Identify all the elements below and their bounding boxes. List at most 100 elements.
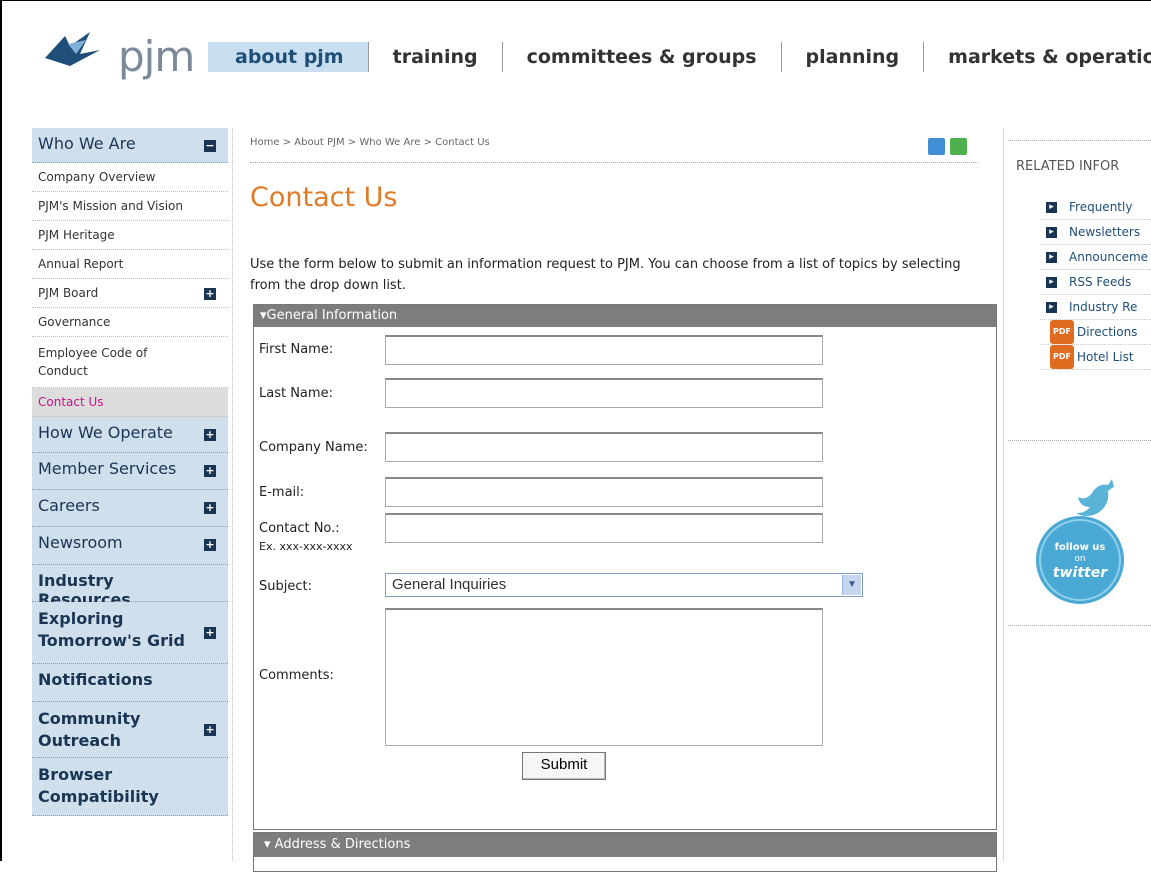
top-navigation: about pjm training committees & groups p…	[208, 40, 1151, 74]
sidebar-sub-company-overview[interactable]: Company Overview	[32, 163, 228, 192]
sidebar-sub-governance[interactable]: Governance	[32, 308, 228, 337]
panel-header[interactable]: ▾General Information	[254, 305, 996, 327]
sidebar-item-how-we-operate[interactable]: How We Operate +	[32, 417, 228, 453]
twitter-badge-line3: twitter	[1053, 565, 1108, 581]
expand-icon[interactable]: +	[204, 288, 216, 300]
collapse-icon[interactable]: −	[204, 140, 216, 152]
sidebar-item-browser-compatibility[interactable]: Browser Compatibility	[32, 758, 228, 816]
company-name-label: Company Name:	[259, 440, 368, 455]
related-link-rss-feeds[interactable]: ▸ RSS Feeds	[1040, 270, 1151, 295]
related-link-label: Announceme	[1069, 250, 1149, 264]
comments-label: Comments:	[259, 668, 334, 683]
breadcrumb-divider	[250, 162, 978, 163]
sidebar-sub-mission-vision[interactable]: PJM's Mission and Vision	[32, 192, 228, 221]
subject-selected-value: General Inquiries	[392, 576, 507, 593]
expand-icon[interactable]: +	[204, 627, 216, 639]
email-icon[interactable]	[950, 138, 967, 155]
nav-markets-operations[interactable]: markets & operation	[924, 42, 1151, 72]
related-link-industry[interactable]: ▸ Industry Re	[1040, 295, 1151, 320]
related-link-faq[interactable]: ▸ Frequently	[1040, 195, 1151, 220]
expand-icon[interactable]: +	[204, 502, 216, 514]
related-pdf-directions[interactable]: PDF Directions	[1040, 320, 1151, 345]
arrow-right-icon: ▸	[1046, 226, 1057, 238]
contact-number-input[interactable]	[385, 513, 823, 543]
sidebar-sub-label: PJM Heritage	[38, 228, 115, 242]
submit-button[interactable]: Submit	[522, 752, 606, 780]
page-intro: Use the form below to submit an informat…	[250, 257, 961, 293]
related-link-announcements[interactable]: ▸ Announceme	[1040, 245, 1151, 270]
sidebar-sub-pjm-board[interactable]: PJM Board +	[32, 279, 228, 308]
sidebar-item-newsroom[interactable]: Newsroom +	[32, 527, 228, 565]
expand-icon[interactable]: +	[204, 539, 216, 551]
breadcrumb[interactable]: Home > About PJM > Who We Are > Contact …	[250, 137, 490, 148]
left-sidebar: Who We Are − Company Overview PJM's Miss…	[32, 128, 228, 816]
related-info-list: ▸ Frequently ▸ Newsletters ▸ Announceme ▸ RS…	[1040, 195, 1151, 370]
sidebar-item-label: Member Services	[38, 459, 177, 478]
sidebar-item-label: Who We Are	[38, 134, 136, 153]
sidebar-sub-label: PJM Board	[38, 286, 99, 300]
pdf-icon: PDF	[1050, 345, 1074, 369]
email-label: E-mail:	[259, 485, 305, 500]
sidebar-sub-label: Employee Code of Conduct	[38, 346, 148, 378]
panel-title: Address & Directions	[274, 837, 411, 852]
sidebar-item-notifications[interactable]: Notifications	[32, 664, 228, 702]
logo-mark-icon	[45, 32, 100, 66]
expand-icon[interactable]: +	[204, 429, 216, 441]
twitter-badge-line2: on	[1074, 554, 1085, 564]
nav-planning[interactable]: planning	[782, 42, 925, 72]
column-divider	[232, 128, 233, 861]
twitter-badge-line1: follow us	[1055, 542, 1106, 553]
company-name-input[interactable]	[385, 432, 823, 462]
sidebar-item-label: Community Outreach	[38, 709, 141, 750]
sidebar-item-member-services[interactable]: Member Services +	[32, 453, 228, 490]
panel-header[interactable]: ▾ Address & Directions	[254, 833, 996, 857]
chevron-down-icon[interactable]: ▼	[842, 575, 861, 595]
first-name-input[interactable]	[385, 335, 823, 365]
related-link-label: Frequently	[1069, 200, 1133, 214]
arrow-right-icon: ▸	[1046, 251, 1057, 263]
comments-textarea[interactable]	[385, 608, 823, 746]
last-name-input[interactable]	[385, 378, 823, 408]
pjm-logo[interactable]: pjm	[40, 20, 195, 81]
related-link-label: RSS Feeds	[1069, 275, 1132, 289]
general-information-panel: ▾General Information First Name: Last Na…	[253, 304, 997, 830]
expand-icon[interactable]: +	[204, 724, 216, 736]
sidebar-item-community-outreach[interactable]: Community Outreach +	[32, 702, 228, 758]
print-icon[interactable]	[928, 138, 945, 155]
contact-number-hint: Ex. xxx-xxx-xxxx	[259, 540, 353, 553]
sidebar-item-label: How We Operate	[38, 423, 173, 442]
twitter-follow-badge[interactable]: follow us on twitter	[1030, 465, 1130, 605]
sidebar-sub-label: PJM's Mission and Vision	[38, 199, 183, 213]
related-link-newsletters[interactable]: ▸ Newsletters	[1040, 220, 1151, 245]
sidebar-sub-heritage[interactable]: PJM Heritage	[32, 221, 228, 250]
subject-select[interactable]: General Inquiries ▼	[385, 573, 863, 597]
address-directions-panel: ▾ Address & Directions	[253, 832, 997, 872]
related-divider	[1008, 440, 1151, 441]
related-pdf-hotel-list[interactable]: PDF Hotel List	[1040, 345, 1151, 370]
sidebar-sub-label: Governance	[38, 315, 111, 329]
sidebar-sub-code-of-conduct[interactable]: Employee Code of Conduct	[32, 337, 228, 388]
sidebar-item-industry-resources[interactable]: Industry Resources	[32, 565, 228, 609]
nav-committees-groups[interactable]: committees & groups	[503, 42, 782, 72]
nav-training[interactable]: training	[369, 42, 503, 72]
related-link-label: Hotel List	[1076, 350, 1134, 364]
first-name-label: First Name:	[259, 342, 334, 357]
expand-icon[interactable]: +	[204, 465, 216, 477]
sidebar-item-label: Browser Compatibility	[38, 765, 159, 806]
pdf-icon: PDF	[1050, 320, 1074, 344]
sidebar-item-label: Exploring Tomorrow's Grid	[38, 609, 185, 650]
sidebar-item-label: Notifications	[38, 670, 153, 689]
subject-label: Subject:	[259, 579, 312, 594]
related-link-label: Directions	[1076, 325, 1138, 339]
sidebar-item-who-we-are[interactable]: Who We Are −	[32, 128, 228, 163]
sidebar-item-careers[interactable]: Careers +	[32, 490, 228, 527]
sidebar-sub-label: Annual Report	[38, 257, 124, 271]
related-divider	[1008, 625, 1151, 626]
sidebar-sub-contact-us[interactable]: Contact Us	[32, 388, 228, 417]
nav-about-pjm[interactable]: about pjm	[208, 42, 369, 72]
sidebar-item-exploring-grid[interactable]: Exploring Tomorrow's Grid +	[32, 602, 228, 664]
related-info-title: RELATED INFOR	[1016, 159, 1120, 174]
related-link-label: Newsletters	[1069, 225, 1141, 239]
sidebar-sub-annual-report[interactable]: Annual Report	[32, 250, 228, 279]
email-input[interactable]	[385, 477, 823, 507]
